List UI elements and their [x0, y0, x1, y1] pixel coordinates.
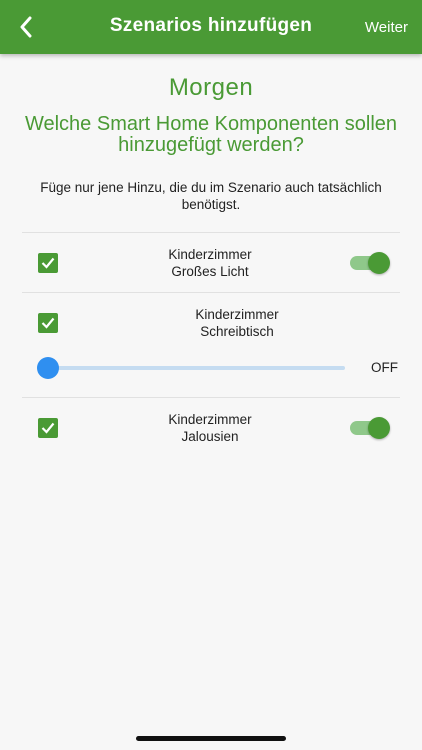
- select-checkbox-schreibtisch[interactable]: [38, 313, 58, 333]
- divider: [22, 292, 400, 293]
- scenario-name: Morgen: [168, 74, 254, 101]
- component-device: Schreibtisch: [200, 324, 274, 339]
- checkmark-icon: [41, 257, 55, 269]
- hint-text: Füge nur jene Hinzu, die du im Szenario …: [40, 180, 382, 212]
- toggle-thumb: [368, 252, 390, 274]
- component-room: Kinderzimmer: [195, 307, 279, 322]
- chevron-left-icon: [20, 16, 32, 38]
- checkmark-icon: [41, 422, 55, 434]
- toggle-switch-grosses-licht[interactable]: [350, 252, 390, 274]
- select-checkbox-grosses-licht[interactable]: [38, 253, 58, 273]
- component-label: Kinderzimmer Schreibtisch: [117, 306, 357, 340]
- page-title: Szenarios hinzufügen: [109, 15, 313, 36]
- component-device: Jalousien: [181, 429, 239, 444]
- component-label: Kinderzimmer Großes Licht: [90, 246, 330, 280]
- slider-value-label: OFF: [371, 360, 398, 375]
- toggle-thumb: [368, 417, 390, 439]
- select-checkbox-jalousien[interactable]: [38, 418, 58, 438]
- next-button[interactable]: Weiter: [365, 19, 408, 36]
- slider-thumb[interactable]: [37, 357, 59, 379]
- divider: [22, 397, 400, 398]
- app-bar: Szenarios hinzufügen Weiter: [0, 0, 422, 54]
- dimmer-slider-schreibtisch[interactable]: [37, 357, 347, 379]
- slider-track: [37, 366, 345, 370]
- question-heading: Welche Smart Home Komponenten sollen hin…: [24, 113, 398, 156]
- toggle-switch-jalousien[interactable]: [350, 417, 390, 439]
- back-button[interactable]: [8, 8, 44, 46]
- home-indicator: [136, 736, 286, 741]
- component-device: Großes Licht: [171, 264, 249, 279]
- divider: [22, 232, 400, 233]
- checkmark-icon: [41, 317, 55, 329]
- component-label: Kinderzimmer Jalousien: [90, 411, 330, 445]
- component-room: Kinderzimmer: [168, 247, 252, 262]
- component-room: Kinderzimmer: [168, 412, 252, 427]
